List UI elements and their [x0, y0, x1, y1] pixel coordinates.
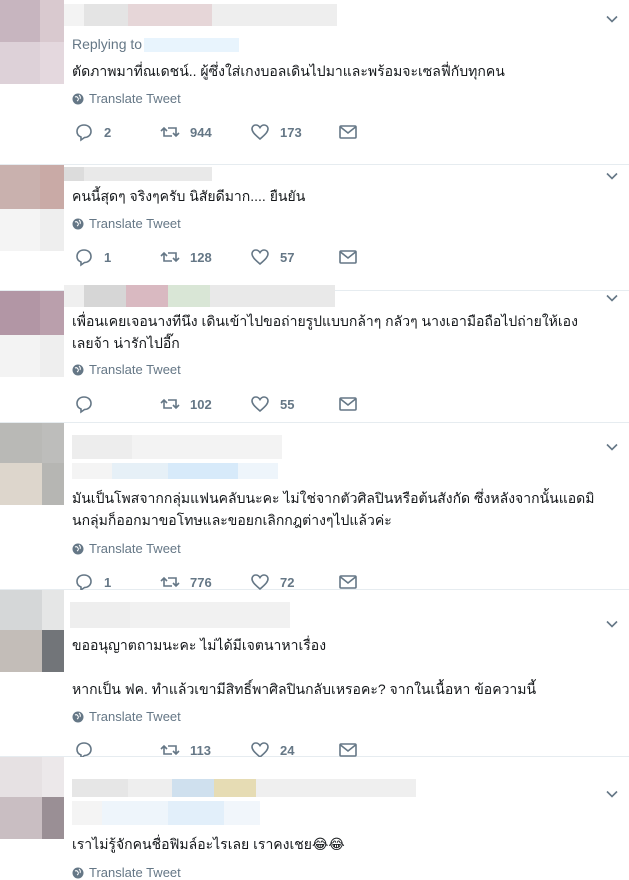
author-name[interactable]	[64, 167, 212, 181]
author-handle[interactable]	[72, 463, 278, 479]
like-button[interactable]: 72	[250, 572, 294, 592]
globe-icon	[72, 93, 84, 104]
reply-icon	[76, 574, 92, 592]
reply-item: Replying to ตัดภาพมาที่ณเดชน์.. ผู้ซึ่งใ…	[0, 0, 629, 165]
replying-to: Replying to	[72, 36, 240, 53]
reply-item: คนนี้สุดๆ จริงๆครับ นิสัยดีมาก.... ยืนยั…	[0, 165, 629, 291]
tweet-text: เพื่อนเคยเจอนางทีนึง เดินเข้าไปขอถ่ายรูป…	[72, 313, 578, 351]
avatar[interactable]	[0, 423, 64, 505]
globe-icon	[72, 543, 84, 554]
reply-icon	[76, 396, 92, 414]
reply-item: เราไม่รู้จักคนชื่อฟิมล์อะไรเลย เราคงเชย😂…	[0, 757, 629, 880]
mail-icon	[339, 250, 357, 264]
avatar[interactable]	[0, 291, 64, 377]
globe-icon	[72, 364, 84, 375]
direct-message-button[interactable]	[338, 122, 368, 142]
reply-icon	[76, 249, 92, 267]
retweet-button[interactable]: 128	[160, 247, 212, 267]
reply-button[interactable]	[74, 394, 104, 414]
direct-message-button[interactable]	[338, 572, 368, 592]
like-button[interactable]: 55	[250, 394, 294, 414]
retweet-icon	[160, 398, 180, 410]
translate-tweet-link[interactable]: Translate Tweet	[72, 91, 181, 106]
chevron-down-icon[interactable]	[605, 617, 619, 631]
author-name[interactable]	[64, 285, 335, 307]
chevron-down-icon[interactable]	[605, 291, 619, 305]
heart-icon	[251, 249, 269, 266]
avatar[interactable]	[0, 590, 64, 672]
translate-tweet-link[interactable]: Translate Tweet	[72, 216, 181, 231]
avatar[interactable]	[0, 757, 64, 839]
heart-icon	[251, 124, 269, 141]
author-name[interactable]	[64, 4, 337, 26]
translate-tweet-link[interactable]: Translate Tweet	[72, 362, 181, 377]
globe-icon	[72, 218, 84, 229]
retweet-icon	[160, 576, 180, 588]
tweet-text: คนนี้สุดๆ จริงๆครับ นิสัยดีมาก.... ยืนยั…	[72, 188, 306, 204]
replying-to-handle[interactable]	[144, 38, 240, 53]
retweet-button[interactable]: 102	[160, 394, 212, 414]
mail-icon	[339, 575, 357, 589]
reply-item: ขออนุญาตถามนะคะ ไม่ได้มีเจตนาหาเรื่อง หา…	[0, 590, 629, 760]
retweet-button[interactable]: 776	[160, 572, 212, 592]
tweet-text: ขออนุญาตถามนะคะ ไม่ได้มีเจตนาหาเรื่อง หา…	[72, 637, 537, 697]
translate-tweet-link[interactable]: Translate Tweet	[72, 709, 181, 724]
mail-icon	[339, 125, 357, 139]
reply-item: เพื่อนเคยเจอนางทีนึง เดินเข้าไปขอถ่ายรูป…	[0, 285, 629, 423]
like-button[interactable]: 57	[250, 247, 294, 267]
direct-message-button[interactable]	[338, 394, 368, 414]
translate-tweet-link[interactable]: Translate Tweet	[72, 865, 181, 880]
retweet-icon	[160, 126, 180, 138]
mail-icon	[339, 397, 357, 411]
reply-icon	[76, 124, 92, 142]
retweet-icon	[160, 251, 180, 263]
author-name[interactable]	[64, 779, 416, 797]
tweet-text: ตัดภาพมาที่ณเดชน์.. ผู้ซึ่งใส่เกงบอลเดิน…	[72, 63, 505, 79]
heart-icon	[251, 574, 269, 591]
like-button[interactable]: 173	[250, 122, 302, 142]
heart-icon	[251, 396, 269, 413]
chevron-down-icon[interactable]	[605, 12, 619, 26]
author-name[interactable]	[64, 435, 282, 459]
retweet-button[interactable]: 944	[160, 122, 212, 142]
reply-button[interactable]: 1	[74, 247, 111, 267]
chevron-down-icon[interactable]	[605, 440, 619, 454]
reply-button[interactable]: 2	[74, 122, 111, 142]
author-handle[interactable]	[72, 801, 260, 825]
chevron-down-icon[interactable]	[605, 169, 619, 183]
avatar[interactable]	[0, 165, 64, 251]
globe-icon	[72, 867, 84, 878]
reply-item: มันเป็นโพสจากกลุ่มแฟนคลับนะคะ ไม่ใช่จากต…	[0, 423, 629, 592]
globe-icon	[72, 711, 84, 722]
tweet-text: มันเป็นโพสจากกลุ่มแฟนคลับนะคะ ไม่ใช่จากต…	[72, 490, 595, 528]
chevron-down-icon[interactable]	[605, 787, 619, 801]
tweet-text: เราไม่รู้จักคนชื่อฟิมล์อะไรเลย เราคงเชย😂…	[72, 836, 345, 852]
avatar[interactable]	[0, 0, 64, 84]
translate-tweet-link[interactable]: Translate Tweet	[72, 541, 181, 556]
reply-button[interactable]: 1	[74, 572, 111, 592]
direct-message-button[interactable]	[338, 247, 368, 267]
author-name[interactable]	[64, 602, 290, 628]
